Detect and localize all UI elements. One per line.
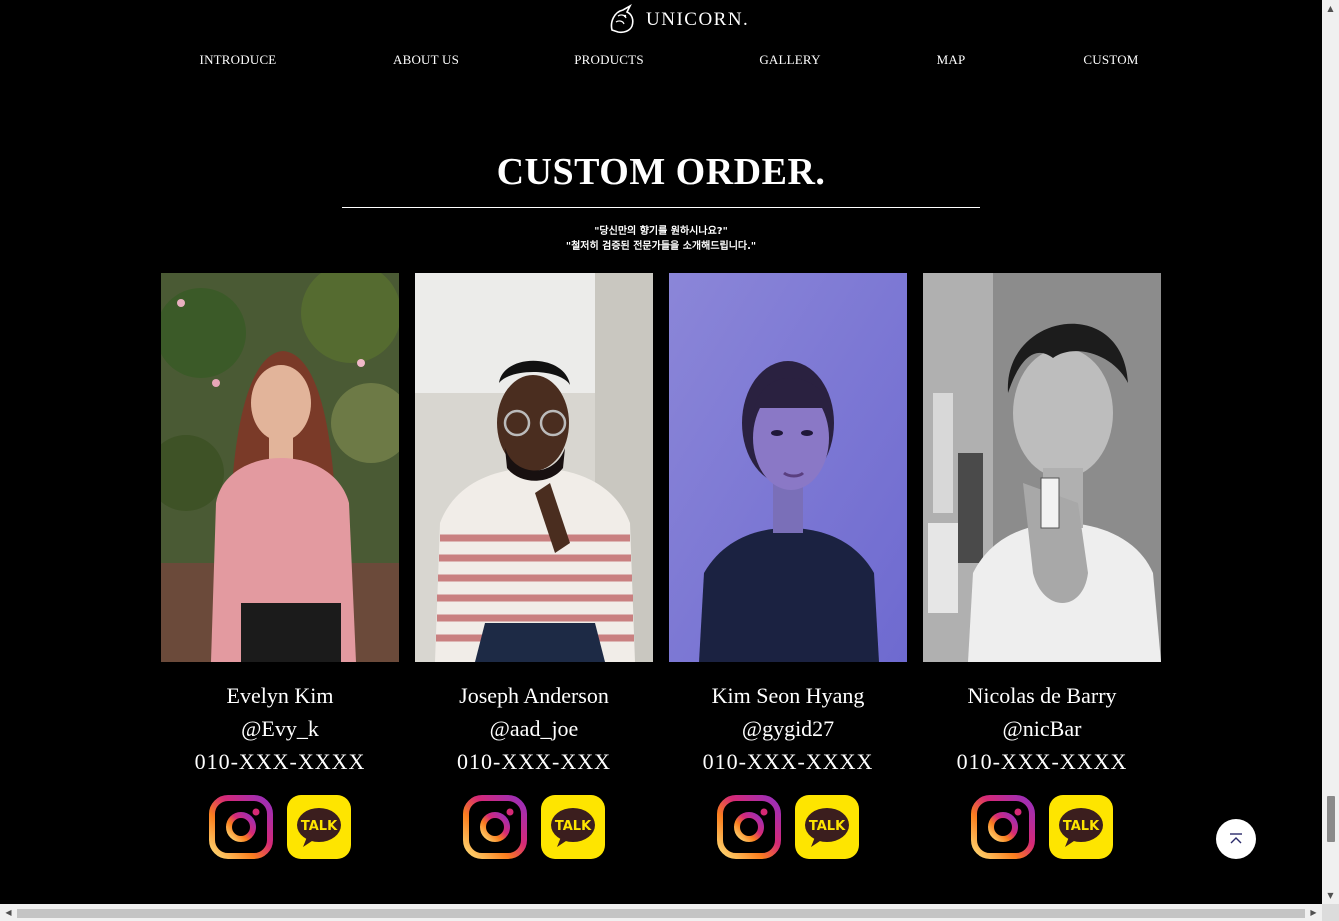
- subtitle-line-1: "당신만의 향기를 원하시나요?": [594, 226, 728, 237]
- kakaotalk-icon[interactable]: TALK: [795, 795, 859, 859]
- perfumer-card: Kim Seon Hyang @gygid27 010-XXX-XXXX TAL…: [669, 273, 907, 859]
- main-nav: INTRODUCE ABOUT US PRODUCTS GALLERY MAP …: [0, 52, 1322, 72]
- perfumer-handle: @gygid27: [741, 716, 835, 741]
- nav-gallery[interactable]: GALLERY: [759, 52, 820, 68]
- kakaotalk-icon[interactable]: TALK: [1049, 795, 1113, 859]
- horizontal-scrollbar[interactable]: ◀ ▶: [0, 904, 1322, 921]
- instagram-icon[interactable]: [463, 795, 527, 859]
- title-divider: [342, 207, 980, 208]
- social-links: TALK: [971, 795, 1113, 859]
- perfumer-handle: @aad_joe: [489, 716, 579, 741]
- unicorn-logo-icon: [610, 4, 634, 34]
- subtitle-line-2: "철저히 검증된 전문가들을 소개해드립니다.": [565, 241, 757, 252]
- social-links: TALK: [209, 795, 351, 859]
- perfumer-handle: @Evy_k: [241, 716, 319, 741]
- talk-label: TALK: [555, 819, 592, 834]
- nav-custom[interactable]: CUSTOM: [1083, 52, 1138, 68]
- instagram-icon[interactable]: [717, 795, 781, 859]
- perfumer-handle: @nicBar: [1002, 716, 1082, 741]
- perfumer-phone: 010-XXX-XXXX: [194, 749, 366, 774]
- perfumer-photo: [923, 273, 1161, 662]
- perfumer-phone: 010-XXX-XXXX: [956, 749, 1128, 774]
- perfumer-card: Joseph Anderson @aad_joe 010-XXX-XXX TAL…: [415, 273, 653, 859]
- perfumer-name: Nicolas de Barry: [967, 683, 1117, 708]
- talk-label: TALK: [1063, 819, 1100, 834]
- perfumer-photo: [161, 273, 399, 662]
- vertical-scroll-thumb[interactable]: [1327, 796, 1335, 842]
- instagram-icon[interactable]: [209, 795, 273, 859]
- perfumer-name: Evelyn Kim: [226, 683, 334, 708]
- perfumer-name: Kim Seon Hyang: [711, 683, 865, 708]
- scroll-left-arrow-icon[interactable]: ◀: [0, 904, 17, 921]
- perfumer-photo: [669, 273, 907, 662]
- talk-label: TALK: [301, 819, 338, 834]
- scroll-top-icon: [1230, 833, 1242, 844]
- perfumer-phone: 010-XXX-XXX: [457, 749, 611, 774]
- scroll-up-arrow-icon[interactable]: ▲: [1322, 0, 1339, 17]
- talk-label: TALK: [809, 819, 846, 834]
- perfumer-card: Nicolas de Barry @nicBar 010-XXX-XXXX TA…: [923, 273, 1161, 859]
- kakaotalk-icon[interactable]: TALK: [287, 795, 351, 859]
- brand-logo[interactable]: UNICORN.: [606, 4, 749, 36]
- social-links: TALK: [717, 795, 859, 859]
- nav-map[interactable]: MAP: [937, 52, 966, 68]
- horizontal-scroll-thumb[interactable]: [17, 909, 1305, 918]
- instagram-icon[interactable]: [971, 795, 1035, 859]
- brand-name: UNICORN.: [646, 9, 750, 30]
- perfumer-card: Evelyn Kim @Evy_k 010-XXX-XXXX TALK: [161, 273, 399, 859]
- social-links: TALK: [463, 795, 605, 859]
- nav-products[interactable]: PRODUCTS: [574, 52, 644, 68]
- section-title: CUSTOM ORDER.: [496, 151, 826, 193]
- vertical-scrollbar[interactable]: ▲ ▼: [1322, 0, 1339, 904]
- nav-introduce[interactable]: INTRODUCE: [200, 52, 277, 68]
- kakaotalk-icon[interactable]: TALK: [541, 795, 605, 859]
- perfumer-name: Joseph Anderson: [459, 683, 609, 708]
- scroll-down-arrow-icon[interactable]: ▼: [1322, 887, 1339, 904]
- scrollbar-corner: [1322, 904, 1339, 921]
- section-subtitle: "당신만의 향기를 원하시나요?" "철저히 검증된 전문가들을 소개해드립니다…: [0, 224, 1322, 254]
- scroll-right-arrow-icon[interactable]: ▶: [1305, 904, 1322, 921]
- perfumer-photo: [415, 273, 653, 662]
- perfumer-phone: 010-XXX-XXXX: [702, 749, 874, 774]
- page-viewport: UNICORN. INTRODUCE ABOUT US PRODUCTS GAL…: [0, 0, 1322, 904]
- scroll-top-button[interactable]: [1216, 819, 1256, 859]
- nav-about-us[interactable]: ABOUT US: [393, 52, 459, 68]
